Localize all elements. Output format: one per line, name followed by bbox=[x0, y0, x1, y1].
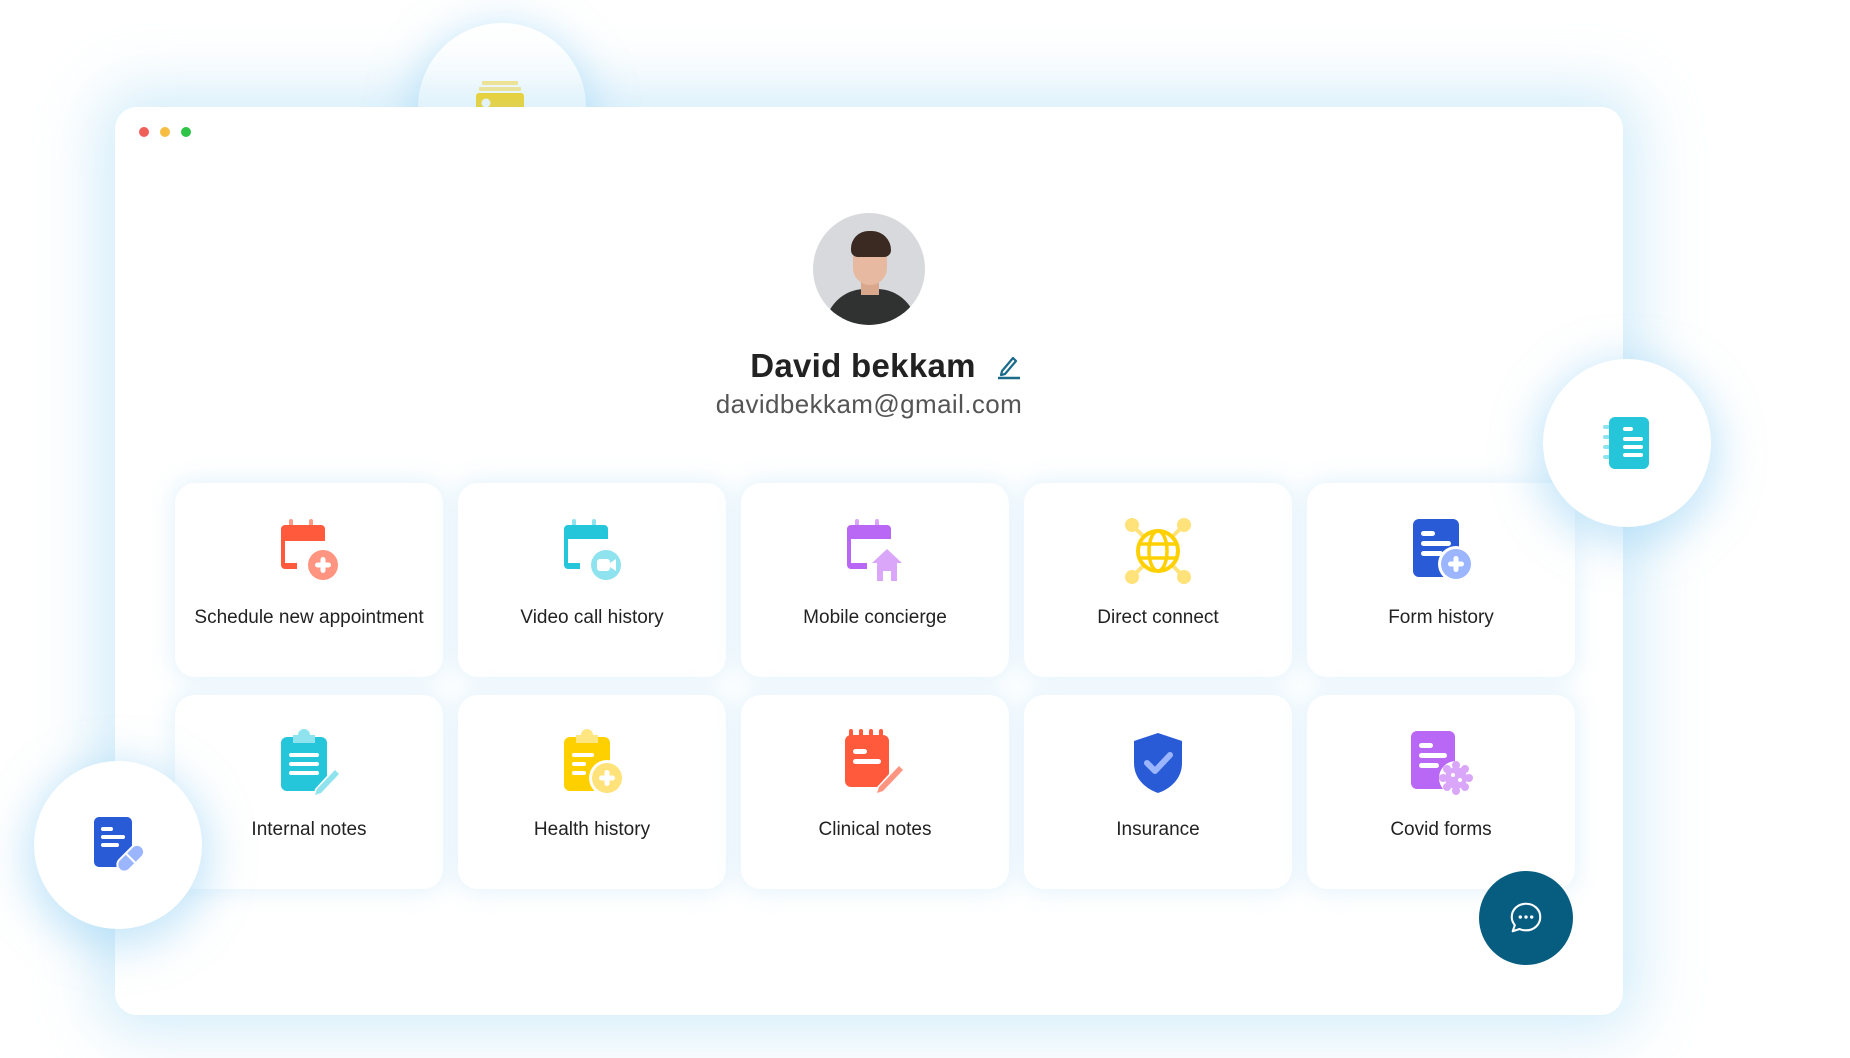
action-card-health-history[interactable]: Health history bbox=[458, 695, 726, 889]
chat-bubble-icon bbox=[1510, 902, 1542, 933]
minimize-window-button[interactable] bbox=[160, 127, 170, 137]
action-grid: Schedule new appointment Video call hist… bbox=[175, 483, 1575, 889]
floating-prescription-badge bbox=[34, 761, 202, 929]
notepad-pencil-icon bbox=[845, 729, 905, 795]
calendar-plus-icon bbox=[281, 519, 338, 580]
action-card-mobile-concierge[interactable]: Mobile concierge bbox=[741, 483, 1009, 677]
globe-network-icon bbox=[1125, 518, 1191, 584]
floating-notebook-badge bbox=[1543, 359, 1711, 527]
document-virus-icon bbox=[1411, 731, 1473, 795]
action-label: Video call history bbox=[520, 607, 664, 628]
profile-header: David bekkam davidbekkam@gmail.com bbox=[115, 213, 1623, 420]
action-label: Form history bbox=[1388, 607, 1494, 628]
action-card-covid-forms[interactable]: Covid forms bbox=[1307, 695, 1575, 889]
action-card-video-call-history[interactable]: Video call history bbox=[458, 483, 726, 677]
action-label: Internal notes bbox=[251, 819, 367, 840]
action-label: Health history bbox=[533, 819, 651, 840]
close-window-button[interactable] bbox=[139, 127, 149, 137]
action-label: Insurance bbox=[1116, 819, 1200, 840]
pencil-icon bbox=[997, 356, 1020, 380]
action-card-internal-notes[interactable]: Internal notes bbox=[175, 695, 443, 889]
edit-profile-button[interactable] bbox=[994, 352, 1022, 380]
notebook-icon bbox=[1603, 417, 1649, 469]
profile-name: David bekkam bbox=[750, 347, 976, 384]
action-card-clinical-notes[interactable]: Clinical notes bbox=[741, 695, 1009, 889]
action-label: Schedule new appointment bbox=[194, 607, 424, 628]
app-window: David bekkam davidbekkam@gmail.com Sched… bbox=[115, 107, 1623, 1015]
document-plus-icon bbox=[1413, 519, 1474, 582]
prescription-icon bbox=[94, 817, 146, 873]
calendar-home-icon bbox=[847, 519, 902, 581]
chat-button[interactable] bbox=[1479, 871, 1573, 965]
action-card-form-history[interactable]: Form history bbox=[1307, 483, 1575, 677]
action-card-direct-connect[interactable]: Direct connect bbox=[1024, 483, 1292, 677]
action-label: Mobile concierge bbox=[803, 607, 947, 628]
calendar-video-icon bbox=[564, 519, 621, 580]
action-label: Clinical notes bbox=[818, 819, 932, 840]
maximize-window-button[interactable] bbox=[181, 127, 191, 137]
shield-check-icon bbox=[1134, 733, 1182, 793]
clipboard-pencil-icon bbox=[281, 729, 341, 797]
action-card-schedule-appointment[interactable]: Schedule new appointment bbox=[175, 483, 443, 677]
action-label: Covid forms bbox=[1390, 819, 1492, 840]
avatar[interactable] bbox=[813, 213, 925, 325]
action-label: Direct connect bbox=[1097, 607, 1219, 628]
profile-email: davidbekkam@gmail.com bbox=[715, 389, 1023, 419]
clipboard-plus-icon bbox=[564, 729, 625, 796]
window-controls bbox=[139, 127, 191, 137]
action-card-insurance[interactable]: Insurance bbox=[1024, 695, 1292, 889]
